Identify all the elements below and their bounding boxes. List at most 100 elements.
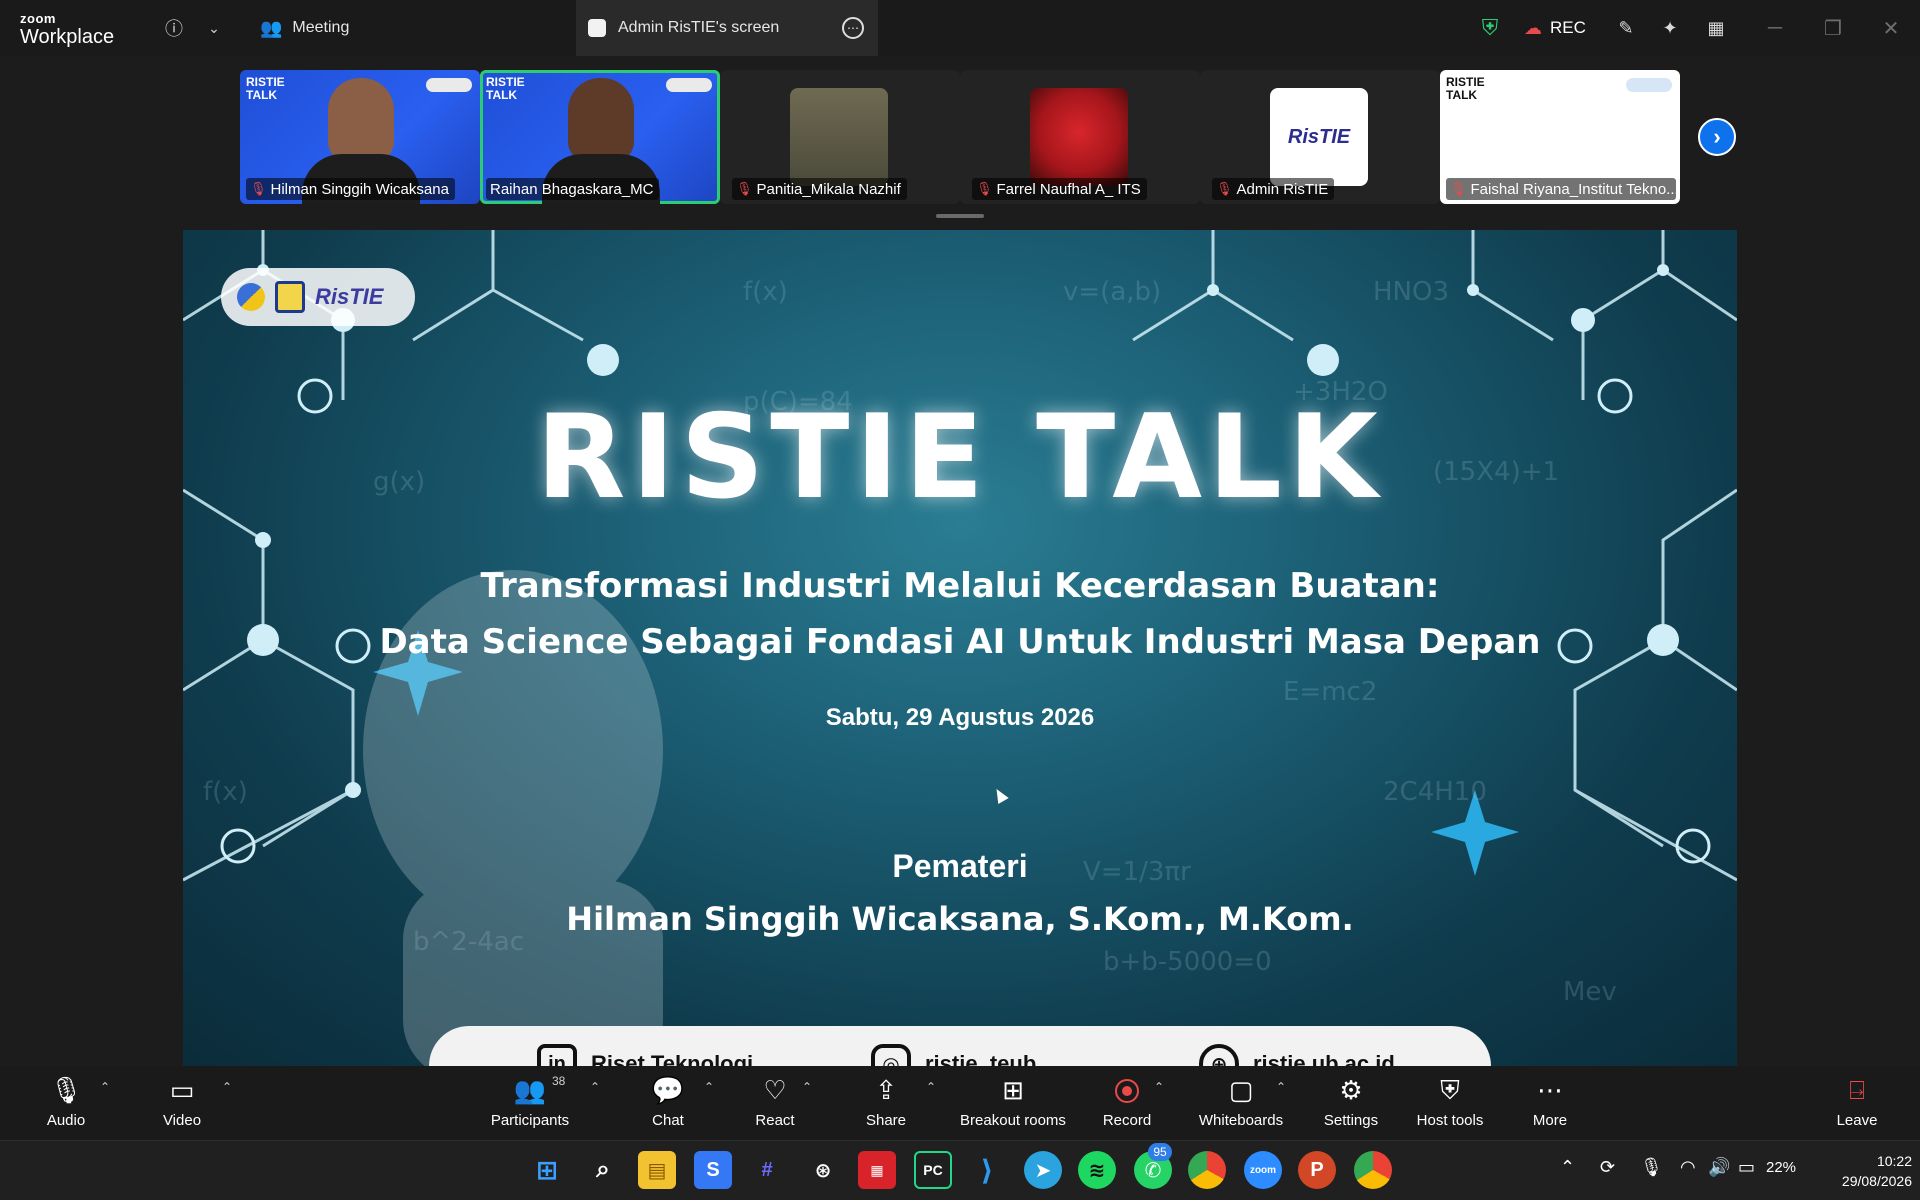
title-bar: zoom Workplace ⓘ ⌄ 👥 Meeting Admin RisTI…: [0, 0, 1920, 56]
file-explorer-icon[interactable]: ▤: [638, 1151, 676, 1189]
participant-name-tag: Raihan Bhagaskara_MC: [486, 178, 660, 200]
chat-button[interactable]: 💬 Chat: [642, 1074, 694, 1136]
more-options-icon[interactable]: ⋯: [842, 17, 864, 39]
spotify-icon[interactable]: ≋: [1078, 1151, 1116, 1189]
telegram-icon[interactable]: ➤: [1024, 1151, 1062, 1189]
participant-video: [568, 78, 634, 162]
steam-icon[interactable]: ⊛: [804, 1151, 842, 1189]
security-shield-icon[interactable]: ⛨: [1476, 14, 1504, 42]
participant-name: Farrel Naufhal A_ ITS: [996, 180, 1141, 198]
mic-muted-icon: 🎙: [1450, 181, 1467, 196]
participant-tile[interactable]: RISTIE TALK 🎙 Faishal Riyana_Institut Te…: [1440, 70, 1680, 204]
shield-icon: ⛨: [1440, 1075, 1460, 1105]
zoom-brand-logo: zoom Workplace: [20, 12, 114, 47]
tab-meeting[interactable]: 👥 Meeting: [252, 0, 552, 56]
whiteboard-icon: ▢: [1228, 1075, 1254, 1105]
battery-icon[interactable]: ▭: [1738, 1157, 1755, 1178]
share-options-caret-icon[interactable]: ⌃: [926, 1080, 936, 1094]
volume-icon[interactable]: 🔊: [1708, 1157, 1730, 1178]
participant-name: Faishal Riyana_Institut Tekno...: [1470, 180, 1676, 198]
participant-name-tag: 🎙 Panitia_Mikala Nazhif: [732, 178, 907, 200]
participant-name-tag: 🎙 Faishal Riyana_Institut Tekno...: [1446, 178, 1676, 200]
participant-name: Admin RisTIE: [1236, 180, 1329, 198]
mic-muted-icon: 🎙: [976, 181, 993, 196]
strip-resize-handle[interactable]: [936, 214, 984, 218]
svg-text:HNO3: HNO3: [1373, 277, 1449, 307]
record-button[interactable]: Record: [1098, 1074, 1156, 1136]
participant-avatar: [790, 88, 888, 186]
video-options-caret-icon[interactable]: ⌃: [222, 1080, 232, 1094]
vscode-icon[interactable]: ⟩: [968, 1151, 1006, 1189]
pycharm-icon[interactable]: PC: [914, 1151, 952, 1189]
tab-screen-label: Admin RisTIE's screen: [618, 19, 780, 36]
wifi-icon[interactable]: ◠: [1680, 1157, 1696, 1178]
search-icon[interactable]: ⌕: [584, 1151, 622, 1189]
react-label: React: [755, 1112, 795, 1129]
next-page-button[interactable]: ›: [1698, 118, 1736, 156]
maximize-icon[interactable]: ❐: [1818, 14, 1848, 42]
instagram-icon: ◎: [871, 1044, 911, 1066]
tray-overflow-chevron-icon[interactable]: ⌃: [1560, 1157, 1575, 1178]
chevron-down-icon[interactable]: ⌄: [200, 14, 228, 42]
participant-tile[interactable]: 🎙 Farrel Naufhal A_ ITS: [960, 70, 1200, 204]
record-icon: [1115, 1074, 1139, 1106]
chat-bubble-icon: 💬: [651, 1075, 685, 1105]
chat-label: Chat: [652, 1112, 684, 1129]
settings-button[interactable]: ⚙ Settings: [1318, 1074, 1384, 1136]
participant-tile[interactable]: RISTIE TALK Raihan Bhagaskara_MC: [480, 70, 720, 204]
mic-muted-icon: 🎙: [736, 181, 753, 196]
settings-label: Settings: [1323, 1112, 1379, 1129]
host-tools-button[interactable]: ⛨ Host tools: [1408, 1074, 1492, 1136]
audio-options-caret-icon[interactable]: ⌃: [100, 1080, 110, 1094]
ai-companion-icon[interactable]: ✦: [1656, 14, 1684, 42]
more-button[interactable]: ⋯ More: [1524, 1074, 1576, 1136]
whiteboards-button[interactable]: ▢ Whiteboards: [1196, 1074, 1286, 1136]
clock-time: 10:22: [1876, 1153, 1912, 1169]
mic-muted-icon: 🎙: [1216, 181, 1233, 196]
powerpoint-icon[interactable]: P: [1298, 1151, 1336, 1189]
chrome-profile-icon[interactable]: [1354, 1151, 1392, 1189]
tab-meeting-label: Meeting: [292, 19, 350, 36]
apps-grid-icon[interactable]: ▦: [1702, 14, 1730, 42]
participant-tile[interactable]: 🎙 Panitia_Mikala Nazhif: [720, 70, 960, 204]
ristie-logo-text: RisTIE: [315, 284, 384, 309]
host-tools-label: Host tools: [1416, 1112, 1484, 1129]
participant-name: Hilman Singgih Wicaksana: [270, 180, 449, 198]
close-icon[interactable]: ✕: [1876, 14, 1906, 42]
game-app-icon[interactable]: ▦: [858, 1151, 896, 1189]
info-icon[interactable]: ⓘ: [160, 14, 188, 42]
participant-tile[interactable]: RISTIE TALK 🎙 Hilman Singgih Wicaksana: [240, 70, 480, 204]
zoom-window: zoom Workplace ⓘ ⌄ 👥 Meeting Admin RisTI…: [0, 0, 1920, 1200]
share-button[interactable]: ⇪ Share: [858, 1074, 914, 1136]
gear-icon: ⚙: [1339, 1075, 1363, 1105]
breakout-rooms-button[interactable]: ⊞ Breakout rooms: [954, 1074, 1072, 1136]
whiteboards-options-caret-icon[interactable]: ⌃: [1276, 1080, 1286, 1094]
chat-options-caret-icon[interactable]: ⌃: [704, 1080, 714, 1094]
participant-name-tag: 🎙 Farrel Naufhal A_ ITS: [972, 178, 1147, 200]
annotate-pen-icon[interactable]: ✎: [1612, 14, 1640, 42]
microphone-icon[interactable]: 🎙: [1640, 1157, 1663, 1178]
video-button[interactable]: ▭ Video: [154, 1074, 210, 1136]
slack-like-app-icon[interactable]: #: [748, 1151, 786, 1189]
record-options-caret-icon[interactable]: ⌃: [1154, 1080, 1164, 1094]
app-s-icon[interactable]: S: [694, 1151, 732, 1189]
react-options-caret-icon[interactable]: ⌃: [802, 1080, 812, 1094]
chrome-icon[interactable]: [1188, 1151, 1226, 1189]
minimize-icon[interactable]: ─: [1760, 14, 1790, 42]
system-clock[interactable]: 10:22 29/08/2026: [1818, 1151, 1912, 1191]
leave-button[interactable]: ⍈ Leave: [1832, 1074, 1882, 1136]
audio-button[interactable]: 🎙 Audio: [40, 1074, 92, 1136]
mic-muted-icon: 🎙: [49, 1075, 83, 1105]
windows-start-icon[interactable]: ⊞: [528, 1151, 566, 1189]
record-label: Record: [1102, 1112, 1152, 1129]
participant-video: [328, 78, 394, 162]
participant-tile[interactable]: RisTIE 🎙 Admin RisTIE: [1200, 70, 1440, 204]
participants-options-caret-icon[interactable]: ⌃: [590, 1080, 600, 1094]
react-button[interactable]: ♡ React: [748, 1074, 802, 1136]
recording-status[interactable]: ☁ REC: [1524, 14, 1586, 42]
zoom-taskbar-icon[interactable]: zoom: [1244, 1151, 1282, 1189]
sync-icon[interactable]: ⟳: [1600, 1157, 1615, 1178]
slide-subtitle-line2: Data Science Sebagai Fondasi AI Untuk In…: [379, 622, 1541, 662]
footer-instagram-text: ristie_teub: [925, 1051, 1037, 1066]
tab-shared-screen[interactable]: Admin RisTIE's screen ⋯: [576, 0, 878, 56]
